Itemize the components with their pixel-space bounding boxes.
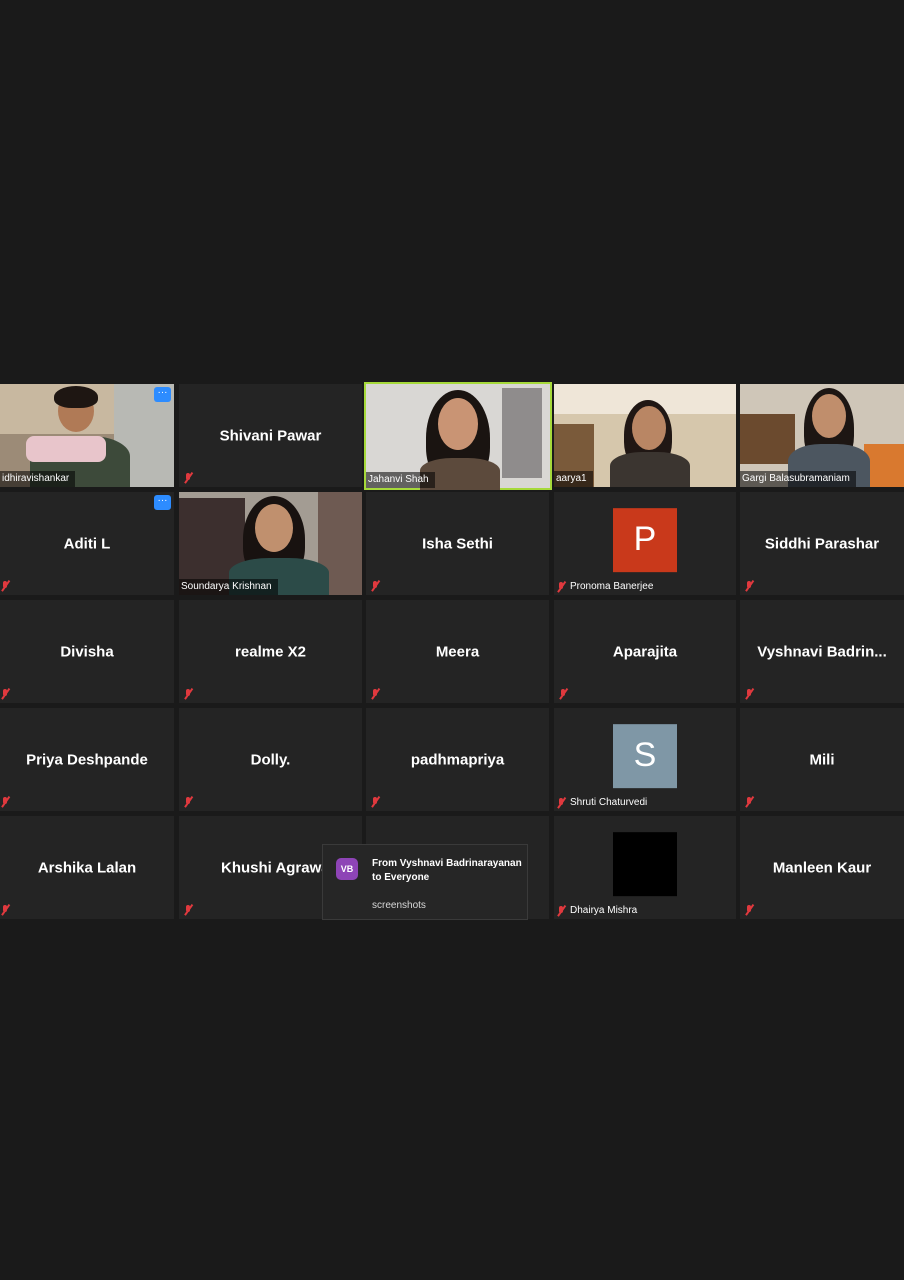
participant-tile[interactable]: Gargi Balasubramaniam xyxy=(740,384,904,487)
chat-message: screenshots xyxy=(372,900,426,911)
participant-hair xyxy=(54,386,98,408)
muted-mic-icon xyxy=(744,688,754,700)
participant-tile[interactable]: Mili xyxy=(740,708,904,811)
muted-mic-icon xyxy=(183,904,193,916)
participant-face xyxy=(255,504,293,552)
profile-avatar: P xyxy=(613,507,677,572)
muted-mic-icon xyxy=(556,581,566,593)
participant-tile[interactable]: Manleen Kaur xyxy=(740,816,904,919)
muted-mic-icon xyxy=(556,797,566,809)
participant-name: Mili xyxy=(809,751,835,768)
participant-tile[interactable]: Soundarya Krishnan xyxy=(179,492,362,595)
participant-face xyxy=(632,406,666,450)
participant-body xyxy=(610,452,690,487)
participant-name: Soundarya Krishnan xyxy=(179,579,278,595)
participant-tile[interactable]: realme X2 xyxy=(179,600,362,703)
participant-name: Shruti Chaturvedi xyxy=(570,797,648,808)
shelf xyxy=(740,414,795,464)
participant-tile[interactable]: padhmapriya xyxy=(366,708,549,811)
participant-face xyxy=(812,394,846,438)
participant-name: idhiravishankar xyxy=(0,471,76,487)
muted-mic-icon xyxy=(744,904,754,916)
participant-name: Jahanvi Shah xyxy=(366,472,435,488)
muted-mic-icon xyxy=(744,580,754,592)
participant-tile[interactable]: P Pronoma Banerjee xyxy=(554,492,736,595)
participant-name: Meera xyxy=(435,643,480,660)
sender-avatar: VB xyxy=(336,858,358,880)
muted-mic-icon xyxy=(744,796,754,808)
profile-avatar: S xyxy=(613,723,677,788)
profile-avatar xyxy=(613,831,677,896)
participant-name: Aditi L xyxy=(63,535,111,552)
muted-mic-icon xyxy=(183,472,193,484)
wall-decoration xyxy=(502,388,542,478)
participant-tile-active-speaker[interactable]: Jahanvi Shah xyxy=(364,382,552,490)
participant-gallery: idhiravishankar ··· Shivani Pawar Jahanv… xyxy=(0,0,904,1280)
participant-name: aarya1 xyxy=(554,471,593,487)
participant-name: Priya Deshpande xyxy=(26,751,148,768)
participant-tile[interactable]: Aditi L ··· xyxy=(0,492,174,595)
muted-mic-icon xyxy=(370,796,380,808)
participant-name: Dhairya Mishra xyxy=(570,905,638,916)
participant-tile[interactable]: Dolly. xyxy=(179,708,362,811)
participant-tile[interactable]: Isha Sethi xyxy=(366,492,549,595)
muted-mic-icon xyxy=(370,580,380,592)
muted-mic-icon xyxy=(0,688,10,700)
participant-tile[interactable]: Siddhi Parashar xyxy=(740,492,904,595)
participant-name: Divisha xyxy=(60,643,114,660)
phone-in-hand xyxy=(26,436,106,462)
participant-name-bar: Pronoma Banerjee xyxy=(554,579,659,595)
more-options-button[interactable]: ··· xyxy=(154,495,171,510)
participant-name-bar: Dhairya Mishra xyxy=(554,903,643,919)
participant-tile[interactable]: Vyshnavi Badrin... xyxy=(740,600,904,703)
cushion xyxy=(864,444,904,487)
muted-mic-icon xyxy=(556,905,566,917)
participant-name: Shivani Pawar xyxy=(219,427,322,444)
participant-name: realme X2 xyxy=(235,643,306,660)
participant-tile[interactable]: Divisha xyxy=(0,600,174,703)
participant-name-bar: Shruti Chaturvedi xyxy=(554,795,653,811)
participant-name: Siddhi Parashar xyxy=(764,535,880,552)
participant-tile[interactable]: Dhairya Mishra xyxy=(554,816,736,919)
participant-name: Dolly. xyxy=(250,751,291,768)
participant-tile[interactable]: Arshika Lalan xyxy=(0,816,174,919)
muted-mic-icon xyxy=(183,688,193,700)
participant-tile[interactable]: Aparajita xyxy=(554,600,736,703)
muted-mic-icon xyxy=(0,796,10,808)
more-options-button[interactable]: ··· xyxy=(154,387,171,402)
muted-mic-icon xyxy=(183,796,193,808)
participant-tile[interactable]: Shivani Pawar xyxy=(179,384,362,487)
participant-face xyxy=(438,398,478,450)
participant-name: Arshika Lalan xyxy=(37,859,137,876)
participant-name: Gargi Balasubramaniam xyxy=(740,471,856,487)
participant-name: Vyshnavi Badrin... xyxy=(757,643,887,660)
participant-name: padhmapriya xyxy=(410,751,505,768)
chat-sender: From Vyshnavi Badrinarayanan to Everyone xyxy=(372,858,522,883)
participant-tile[interactable]: idhiravishankar ··· xyxy=(0,384,174,487)
participant-tile[interactable]: Priya Deshpande xyxy=(0,708,174,811)
participant-tile[interactable]: S Shruti Chaturvedi xyxy=(554,708,736,811)
participant-name: Pronoma Banerjee xyxy=(570,581,654,592)
muted-mic-icon xyxy=(370,688,380,700)
participant-tile[interactable]: Meera xyxy=(366,600,549,703)
participant-name: Aparajita xyxy=(612,643,678,660)
participant-tile[interactable]: aarya1 xyxy=(554,384,736,487)
muted-mic-icon xyxy=(0,580,10,592)
chat-notification[interactable]: VB From Vyshnavi Badrinarayanan to Every… xyxy=(322,844,528,920)
participant-name: Isha Sethi xyxy=(422,535,493,552)
muted-mic-icon xyxy=(558,688,568,700)
participant-name: Manleen Kaur xyxy=(772,859,872,876)
muted-mic-icon xyxy=(0,904,10,916)
